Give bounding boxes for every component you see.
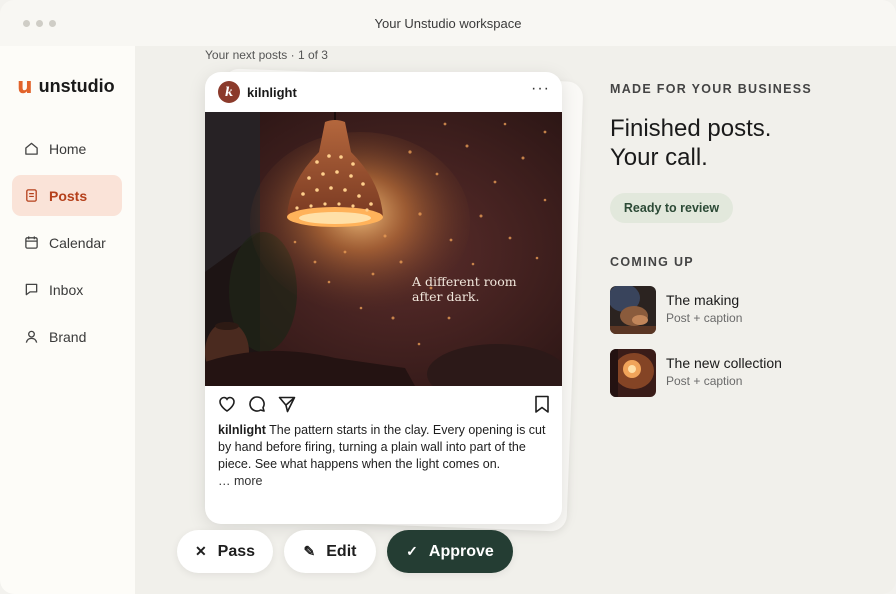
pass-button-label: Pass — [217, 542, 256, 560]
pass-button[interactable]: ✕ Pass — [177, 530, 273, 573]
edit-button[interactable]: ✎ Edit — [284, 530, 376, 573]
bookmark-icon[interactable] — [533, 394, 551, 414]
lantern-photo — [205, 112, 562, 386]
thumbnail-image — [610, 349, 656, 397]
upcoming-subtitle: Post + caption — [666, 311, 743, 325]
share-icon[interactable] — [277, 394, 297, 414]
upcoming-thumbnail — [610, 349, 656, 397]
queue-counter: Your next posts · 1 of 3 — [205, 48, 328, 62]
sidebar-item-label: Brand — [49, 328, 87, 345]
close-icon: ✕ — [194, 543, 207, 559]
sidebar-item-brand[interactable]: Brand — [12, 316, 122, 357]
sidebar-item-calendar[interactable]: Calendar — [12, 222, 122, 263]
user-icon — [25, 330, 38, 343]
upcoming-thumbnail — [610, 286, 656, 334]
sidebar-item-posts[interactable]: Posts — [12, 175, 122, 216]
sidebar-item-label: Calendar — [49, 234, 106, 251]
headline-line: Your call. — [610, 144, 708, 171]
coming-up-heading: COMING UP — [610, 255, 694, 269]
page-headline: Finished posts. Your call. — [610, 114, 771, 172]
image-overlay-text: A different room after dark. — [412, 274, 532, 304]
section-kicker: MADE FOR YOUR BUSINESS — [610, 82, 813, 96]
post-preview-card: k kilnlight ··· A different room after d… — [205, 72, 562, 524]
post-caption: kilnlight The pattern starts in the clay… — [218, 422, 550, 490]
brand-name: unstudio — [38, 76, 115, 96]
approve-button-label: Approve — [428, 542, 494, 560]
sidebar: u unstudio Home Posts Calendar Inbox Bra… — [0, 46, 135, 594]
sidebar-item-home[interactable]: Home — [12, 128, 122, 169]
caption-more-link[interactable]: … more — [218, 474, 262, 488]
posts-icon — [26, 189, 37, 202]
caption-username: kilnlight — [218, 423, 266, 437]
brand-logo[interactable]: u unstudio — [17, 73, 115, 99]
thumbnail-image — [610, 286, 656, 334]
upcoming-post-item[interactable]: The making Post + caption — [610, 286, 870, 334]
sidebar-item-label: Posts — [49, 187, 88, 204]
window-title: Your Unstudio workspace — [374, 16, 522, 31]
avatar: k — [218, 81, 240, 103]
upcoming-title: The new collection — [666, 355, 782, 371]
post-actions — [217, 394, 552, 416]
app-window: Your Unstudio workspace u unstudio Home … — [0, 0, 896, 594]
home-icon — [25, 142, 38, 155]
check-icon: ✓ — [406, 543, 418, 559]
image-text-line: after dark. — [412, 289, 480, 304]
heart-icon[interactable] — [217, 394, 237, 414]
calendar-icon — [25, 236, 38, 249]
post-username: kilnlight — [247, 85, 297, 100]
comment-icon[interactable] — [247, 394, 267, 414]
edit-button-label: Edit — [326, 542, 357, 560]
upcoming-subtitle: Post + caption — [666, 374, 743, 388]
post-image: A different room after dark. — [205, 112, 562, 386]
approve-button[interactable]: ✓ Approve — [387, 530, 513, 573]
upcoming-post-item[interactable]: The new collection Post + caption — [610, 349, 870, 397]
image-text-line: A different room — [412, 274, 517, 289]
sidebar-item-label: Inbox — [49, 281, 84, 298]
upcoming-title: The making — [666, 292, 740, 308]
post-header: k kilnlight ··· — [205, 72, 562, 112]
inbox-icon — [25, 283, 38, 296]
caption-text: The pattern starts in the clay. Every op… — [218, 423, 546, 471]
headline-line: Finished posts. — [610, 115, 772, 142]
sidebar-item-label: Home — [49, 140, 87, 157]
more-options-icon[interactable]: ··· — [531, 80, 550, 98]
pencil-icon: ✎ — [303, 543, 316, 559]
logo-mark-icon: u — [17, 73, 33, 99]
status-badge: Ready to review — [610, 193, 733, 223]
title-bar: Your Unstudio workspace — [0, 0, 896, 46]
sidebar-item-inbox[interactable]: Inbox — [12, 269, 122, 310]
